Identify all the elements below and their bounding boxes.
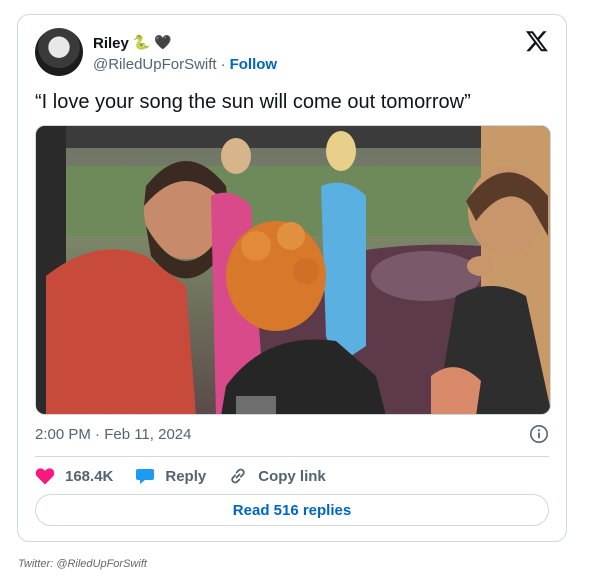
info-icon[interactable]: [529, 424, 549, 444]
photo-illustration: [36, 126, 550, 414]
link-icon: [231, 468, 245, 484]
x-logo-icon[interactable]: [525, 29, 549, 53]
divider: [35, 456, 549, 457]
reply-label: Reply: [165, 467, 207, 485]
copy-link-button[interactable]: Copy link: [228, 466, 326, 486]
author-handle[interactable]: @RiledUpForSwift: [93, 56, 217, 73]
reply-button[interactable]: Reply: [135, 466, 206, 486]
black-heart-emoji-icon: 🖤: [154, 35, 172, 51]
tweet-media-photo[interactable]: [35, 125, 551, 415]
copy-link-label: Copy link: [258, 467, 326, 485]
author-handle-row: @RiledUpForSwift · Follow: [93, 56, 277, 73]
image-credit: Twitter: @RiledUpForSwift: [18, 558, 147, 570]
snake-emoji-icon: 🐍: [132, 35, 151, 51]
display-name[interactable]: Riley: [93, 35, 129, 52]
tweet-embed-card: Riley 🐍 🖤 @RiledUpForSwift · Follow “I l…: [17, 14, 567, 542]
separator-dot: ·: [220, 56, 226, 73]
avatar[interactable]: [35, 28, 83, 76]
tweet-text: “I love your song the sun will come out …: [35, 91, 471, 113]
like-button[interactable]: 168.4K: [35, 467, 113, 485]
follow-link[interactable]: Follow: [230, 56, 278, 73]
author-name-row: Riley 🐍 🖤: [93, 33, 172, 53]
heart-icon: [35, 468, 55, 485]
tweet-timestamp[interactable]: 2:00 PM · Feb 11, 2024: [35, 426, 191, 443]
reply-bubble-icon: [136, 469, 155, 484]
tweet-actions: 168.4K Reply Copy link: [35, 465, 348, 487]
read-replies-button[interactable]: Read 516 replies: [35, 494, 549, 526]
like-count: 168.4K: [65, 467, 114, 485]
